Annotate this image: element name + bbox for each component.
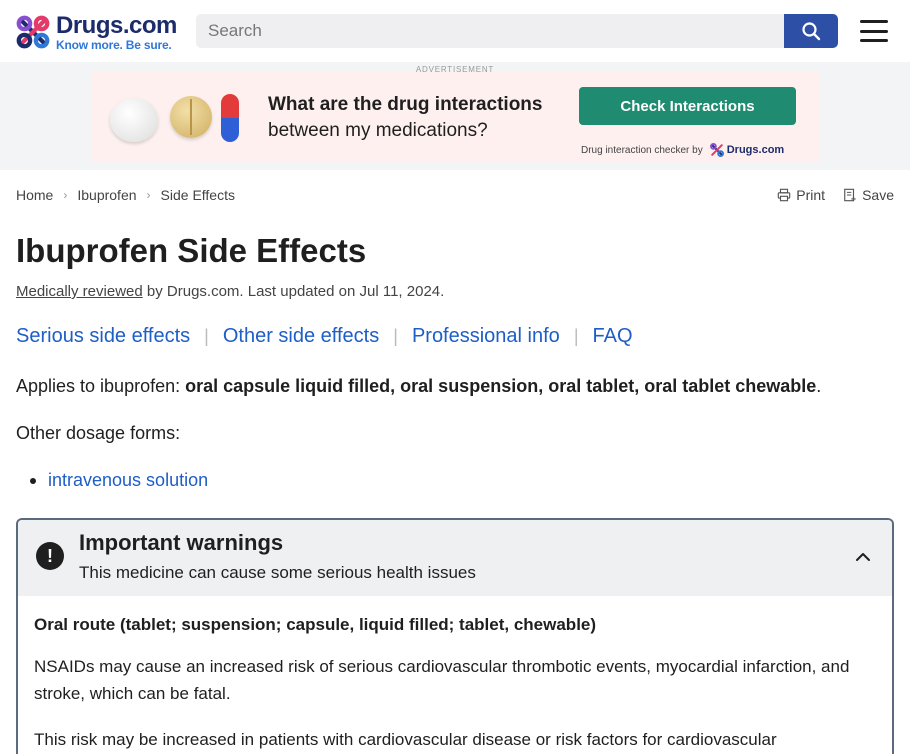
- applies-forms: oral capsule liquid filled, oral suspens…: [185, 376, 817, 396]
- breadcrumb-side-effects: Side Effects: [160, 187, 235, 203]
- important-warnings-panel: ! Important warnings This medicine can c…: [16, 518, 894, 754]
- advertisement-band: ADVERTISEMENT What are the drug interact…: [0, 62, 910, 170]
- site-header: Drugs.com Know more. Be sure.: [0, 0, 910, 62]
- check-interactions-button[interactable]: Check Interactions: [579, 87, 796, 125]
- applies-prefix: Applies to ibuprofen:: [16, 376, 186, 396]
- breadcrumb-ibuprofen[interactable]: Ibuprofen: [77, 187, 136, 203]
- save-list-icon: [844, 188, 856, 202]
- ad-subline: between my medications?: [268, 120, 488, 141]
- tab-divider: |: [204, 326, 209, 346]
- warnings-subtitle: This medicine can cause some serious hea…: [79, 563, 476, 582]
- other-forms-label: Other dosage forms:: [16, 423, 181, 443]
- white-pill-icon: [110, 98, 158, 142]
- tab-faq[interactable]: FAQ: [593, 325, 633, 348]
- applies-to-text: Applies to ibuprofen: oral capsule liqui…: [16, 376, 821, 397]
- section-tabs: Serious side effects | Other side effect…: [16, 325, 633, 348]
- save-label: Save: [862, 187, 894, 203]
- search-button[interactable]: [784, 14, 838, 48]
- ad-headline: What are the drug interactions: [268, 94, 543, 115]
- warnings-title: Important warnings: [79, 530, 284, 555]
- tab-divider: |: [573, 326, 579, 346]
- tan-pill-icon: [170, 96, 212, 138]
- chevron-right-icon: ›: [63, 188, 68, 202]
- printer-icon: [778, 188, 791, 202]
- list-item: intravenous solution: [30, 470, 208, 491]
- logo-tagline: Know more. Be sure.: [56, 37, 172, 52]
- alert-icon: !: [36, 542, 64, 570]
- save-button[interactable]: Save: [843, 187, 894, 203]
- ad-credit: Drug interaction checker by Drugs.com: [581, 142, 784, 158]
- print-button[interactable]: Print: [777, 187, 825, 203]
- page-actions: Print Save: [759, 187, 894, 203]
- search-input[interactable]: [196, 14, 784, 48]
- tab-divider: |: [393, 326, 398, 346]
- ad-credit-text: Drug interaction checker by: [581, 144, 703, 156]
- warnings-header[interactable]: ! Important warnings This medicine can c…: [18, 520, 892, 596]
- intravenous-solution-link[interactable]: intravenous solution: [48, 470, 208, 491]
- logo-icon: [709, 143, 724, 157]
- breadcrumb: Home › Ibuprofen › Side Effects: [16, 187, 235, 203]
- warning-paragraph: NSAIDs may cause an increased risk of se…: [34, 657, 850, 703]
- capsule-icon: [221, 94, 239, 142]
- review-info: Medically reviewed by Drugs.com. Last up…: [16, 283, 444, 300]
- chevron-up-icon[interactable]: [854, 548, 872, 566]
- chevron-right-icon: ›: [146, 188, 151, 202]
- bullet-icon: [30, 477, 36, 484]
- applies-suffix: .: [816, 376, 822, 396]
- route-heading: Oral route (tablet; suspension; capsule,…: [34, 615, 597, 634]
- tab-other-side-effects[interactable]: Other side effects: [223, 325, 379, 348]
- site-logo[interactable]: Drugs.com Know more. Be sure.: [14, 12, 184, 52]
- breadcrumb-home[interactable]: Home: [16, 187, 53, 203]
- tab-serious-side-effects[interactable]: Serious side effects: [16, 325, 190, 348]
- search-bar: [196, 14, 838, 48]
- logo-icon: [16, 15, 50, 49]
- ad-credit-brand: Drugs.com: [726, 144, 785, 156]
- hamburger-menu-icon[interactable]: [860, 20, 888, 42]
- search-icon: [802, 22, 821, 41]
- interaction-checker-ad[interactable]: What are the drug interactions between m…: [92, 72, 820, 162]
- print-label: Print: [796, 187, 826, 203]
- warning-paragraph: This risk may be increased in patients w…: [34, 730, 777, 749]
- page-title: Ibuprofen Side Effects: [16, 232, 367, 269]
- tab-professional-info[interactable]: Professional info: [412, 325, 560, 348]
- medically-reviewed-link[interactable]: Medically reviewed: [16, 283, 143, 300]
- review-date-text: by Drugs.com. Last updated on Jul 11, 20…: [142, 283, 445, 300]
- logo-name: Drugs.com: [56, 11, 177, 39]
